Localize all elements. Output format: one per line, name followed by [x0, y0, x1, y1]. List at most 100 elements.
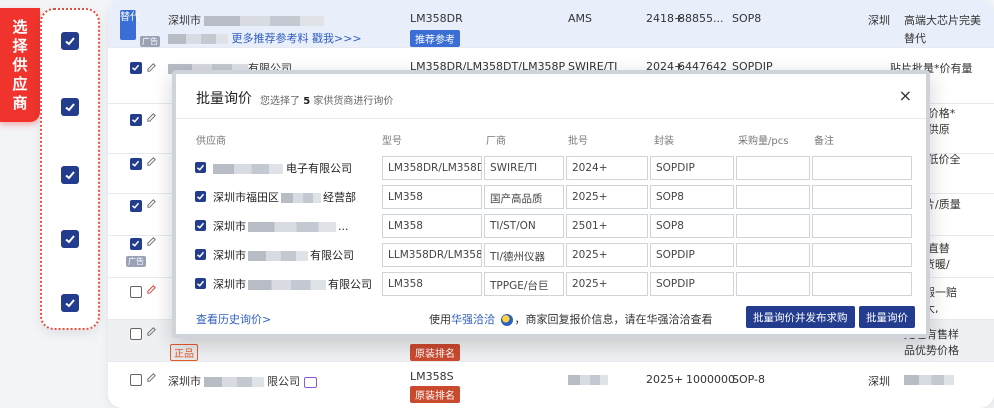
table-row[interactable]: 深圳市 限公司 LM358S 原装排名 2025+ 1000000 SOP-8 深… — [108, 362, 994, 408]
inquiry-row: 深圳市 有限公司 LM358 TPPGE/台巨 2025+ SOPDIP — [176, 270, 926, 298]
supplier-checkbox[interactable] — [195, 191, 206, 202]
package-input[interactable]: SOPDIP — [650, 243, 734, 267]
row-checkbox-3[interactable] — [61, 166, 79, 184]
check-icon — [197, 193, 205, 200]
tag-char: 应 — [12, 74, 28, 93]
pencil-icon[interactable] — [146, 326, 157, 337]
col-header-supplier: 供应商 — [196, 136, 226, 147]
pencil-icon[interactable] — [146, 62, 157, 73]
brand-input[interactable]: 国产高品质 — [484, 185, 564, 209]
supplier-name: 深圳市 限公司 — [168, 373, 317, 389]
model-input[interactable]: LLM358DR/LM358D — [382, 243, 482, 267]
more-recommend-link[interactable]: 更多推荐参考料 戳我>>> — [232, 32, 362, 45]
row-checkbox[interactable] — [130, 328, 142, 340]
col-header-batch: 批号 — [568, 136, 588, 147]
footer-note: 使用华强洽洽 ，商家回复报价信息，请在华强洽洽查看 — [429, 313, 713, 326]
row-checkbox[interactable] — [130, 374, 142, 386]
original-rank-badge[interactable]: 原装排名 — [410, 344, 460, 361]
model-input[interactable]: LM358 — [382, 214, 482, 238]
more-recommend: 更多推荐参考料 戳我>>> — [168, 30, 362, 46]
batch-input[interactable]: 2025+ — [566, 243, 648, 267]
remark-input[interactable] — [812, 243, 912, 267]
supplier-name: 深圳市福田区 经营部 — [213, 191, 356, 204]
quantity-input[interactable] — [736, 156, 810, 180]
recommend-badge[interactable]: 推荐参考 — [410, 30, 460, 47]
batch-input[interactable]: 2024+ — [566, 156, 648, 180]
quantity-input[interactable] — [736, 214, 810, 238]
pencil-icon[interactable] — [146, 236, 157, 247]
genuine-badge: 正品 — [170, 344, 198, 361]
quantity-input[interactable] — [736, 243, 810, 267]
brand-input[interactable]: SWIRE/TI — [484, 156, 564, 180]
pencil-icon[interactable] — [146, 198, 157, 209]
check-icon — [197, 280, 205, 287]
supplier-checkbox[interactable] — [195, 162, 206, 173]
ad-badge: 广告 — [140, 36, 160, 47]
model-input[interactable]: LM358 — [382, 185, 482, 209]
bulk-inquiry-modal: 批量询价 您选择了 5 家供货商进行询价 × 供应商 型号 厂商 批号 封装 采… — [172, 70, 930, 338]
note-cell: 品优势价格 — [904, 344, 959, 357]
batch-input[interactable]: 2025+ — [566, 185, 648, 209]
ad-badge: 广告 — [126, 256, 146, 267]
supplier-checkbox[interactable] — [195, 278, 206, 289]
row-checkbox[interactable] — [130, 114, 142, 126]
row-checkbox-4[interactable] — [61, 230, 79, 248]
model-input[interactable]: LM358DR/LM358DT — [382, 156, 482, 180]
package-input[interactable]: SOP8 — [650, 214, 734, 238]
quantity-input[interactable] — [736, 272, 810, 296]
row-checkbox[interactable] — [130, 62, 142, 74]
brand-input[interactable]: TI/ST/ON — [484, 214, 564, 238]
row-checkbox[interactable] — [130, 286, 142, 298]
check-icon — [132, 116, 140, 123]
pencil-icon[interactable] — [146, 284, 157, 295]
qty-cell: 1000000 — [686, 373, 735, 386]
col-header-package: 封装 — [654, 136, 674, 147]
row-checkbox[interactable] — [130, 238, 142, 250]
supplier-checkbox[interactable] — [195, 220, 206, 231]
pencil-icon[interactable] — [146, 156, 157, 167]
huaqiang-qiaqia-link[interactable]: 华强洽洽 — [451, 313, 495, 326]
remark-input[interactable] — [812, 156, 912, 180]
model-input[interactable]: LM358 — [382, 272, 482, 296]
remark-input[interactable] — [812, 185, 912, 209]
remark-input[interactable] — [812, 272, 912, 296]
check-icon — [197, 222, 205, 229]
table-row[interactable]: 替代 广告 深圳市 更多推荐参考料 戳我>>> LM358DR 推荐参考 AMS… — [108, 0, 994, 48]
modal-subtitle: 您选择了 5 家供货商进行询价 — [260, 96, 394, 107]
model-cell: LM358S — [410, 370, 454, 383]
bulk-inquire-button[interactable]: 批量询价 — [859, 306, 915, 328]
batch-input[interactable]: 2501+ — [566, 214, 648, 238]
row-checkbox[interactable] — [130, 158, 142, 170]
row-checkbox[interactable] — [130, 200, 142, 212]
modal-title: 批量询价 — [196, 91, 252, 107]
close-icon[interactable]: × — [899, 86, 912, 105]
view-history-link[interactable]: 查看历史询价> — [196, 311, 271, 327]
supplier-name: 深圳市... — [213, 220, 349, 233]
pencil-icon[interactable] — [146, 112, 157, 123]
check-icon — [65, 299, 75, 308]
row-checkbox-2[interactable] — [61, 98, 79, 116]
check-icon — [132, 240, 140, 247]
brand-input[interactable]: TI/德州仪器 — [484, 243, 564, 267]
package-cell: SOP8 — [732, 12, 762, 25]
note-cell: 替代 — [904, 32, 926, 45]
supplier-checkbox[interactable] — [195, 249, 206, 260]
package-input[interactable]: SOPDIP — [650, 272, 734, 296]
batch-input[interactable]: 2025+ — [566, 272, 648, 296]
chat-logo-icon — [500, 314, 513, 326]
supplier-name: 深圳市 有限公司 — [213, 249, 354, 262]
brand-input[interactable]: TPPGE/台巨 — [484, 272, 564, 296]
remark-input[interactable] — [812, 214, 912, 238]
package-input[interactable]: SOP8 — [650, 185, 734, 209]
supplier-name: 深圳市 — [168, 12, 324, 28]
row-checkbox-5[interactable] — [61, 294, 79, 312]
check-icon — [132, 202, 140, 209]
inquire-and-publish-button[interactable]: 批量询价并发布求购 — [746, 306, 855, 328]
pencil-icon[interactable] — [146, 372, 157, 383]
quantity-input[interactable] — [736, 185, 810, 209]
original-rank-badge[interactable]: 原装排名 — [410, 386, 460, 403]
package-input[interactable]: SOPDIP — [650, 156, 734, 180]
check-icon — [132, 160, 140, 167]
col-header-remark: 备注 — [814, 136, 834, 147]
row-checkbox-1[interactable] — [61, 32, 79, 50]
